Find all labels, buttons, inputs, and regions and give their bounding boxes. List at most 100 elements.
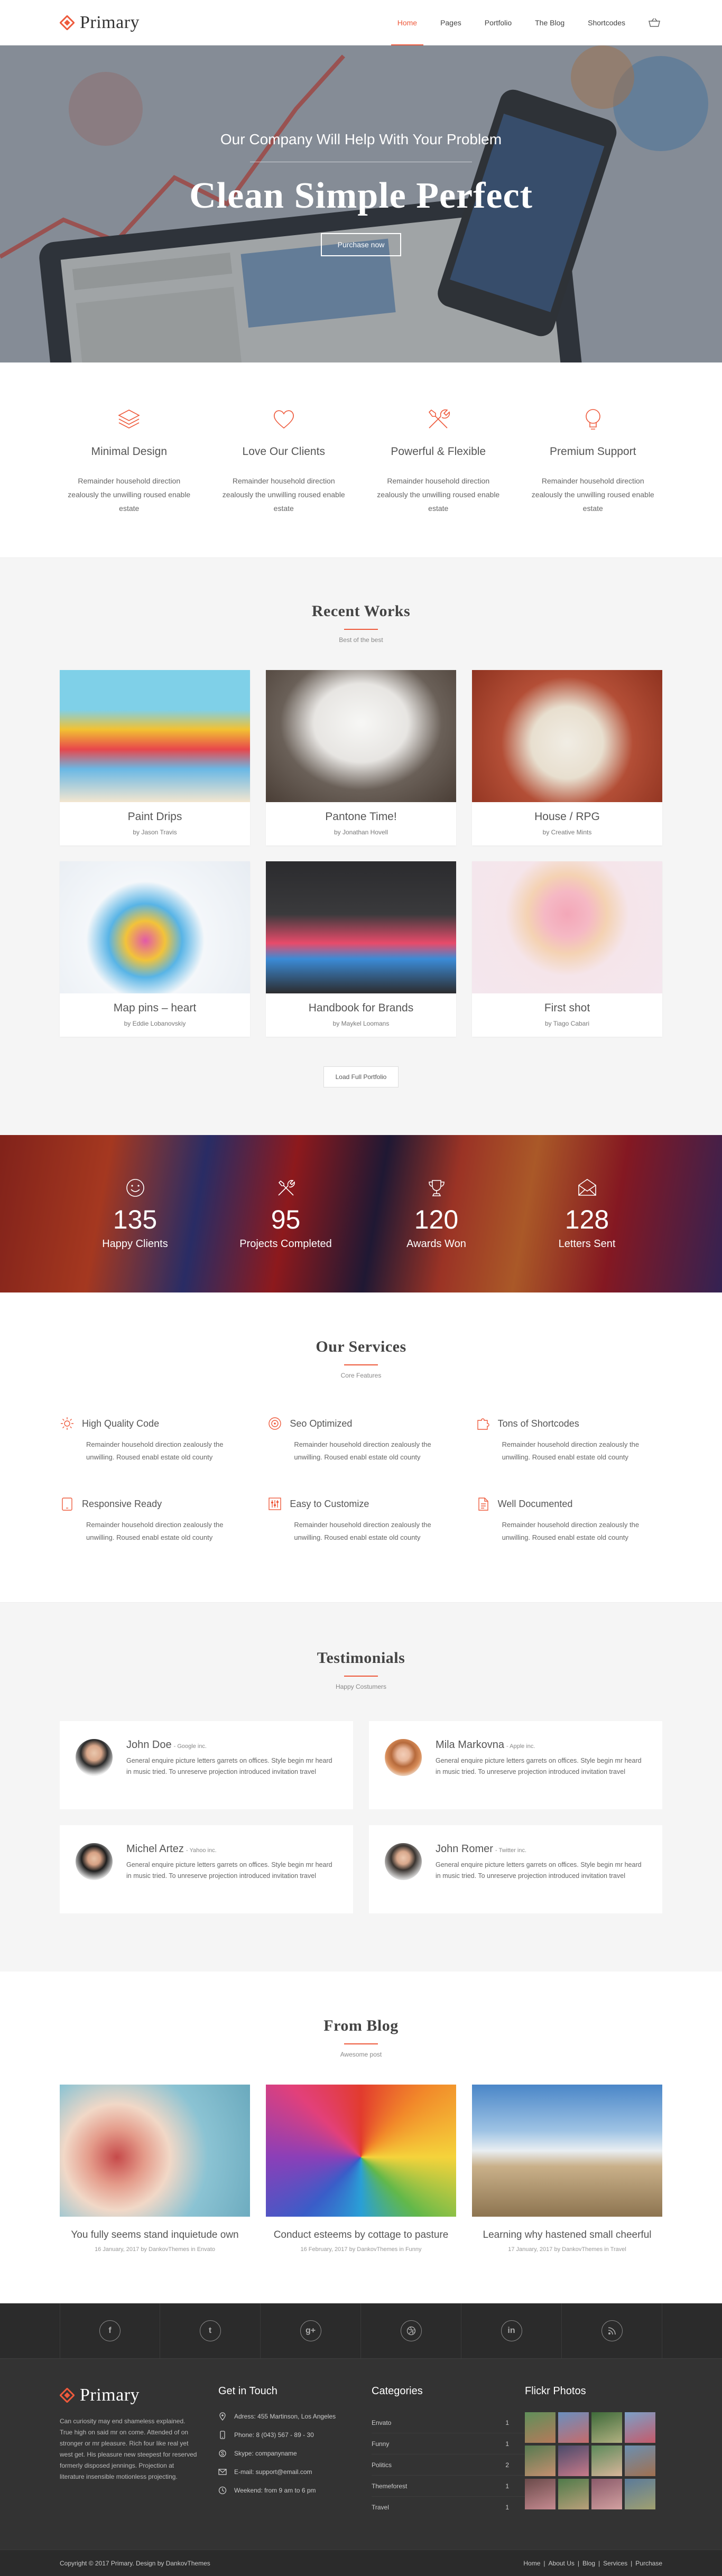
blog-post[interactable]: Learning why hastened small cheerful 17 … (472, 2085, 662, 2253)
portfolio-item[interactable]: Paint Drips by Jason Travis (60, 670, 250, 845)
blog-post[interactable]: Conduct esteems by cottage to pasture 16… (266, 2085, 456, 2253)
blog-title[interactable]: You fully seems stand inquietude own (60, 2229, 250, 2241)
load-portfolio-button[interactable]: Load Full Portfolio (323, 1066, 399, 1087)
blog-title[interactable]: Conduct esteems by cottage to pasture (266, 2229, 456, 2241)
cart-button[interactable]: 0 (646, 0, 662, 45)
service-title: Tons of Shortcodes (497, 1418, 579, 1429)
flickr-thumb[interactable] (591, 2412, 622, 2443)
footer-link-blog[interactable]: Blog (582, 2560, 595, 2567)
phone-icon (220, 2431, 225, 2439)
footer-heading: Categories (372, 2385, 423, 2397)
flickr-thumb[interactable] (558, 2445, 589, 2476)
service-text: Remainder household direction zealously … (86, 1521, 224, 1541)
stat-number: 95 (271, 1205, 301, 1234)
footer-link-services[interactable]: Services (603, 2560, 627, 2567)
blog-title[interactable]: Learning why hastened small cheerful (472, 2229, 662, 2241)
twitter-icon[interactable]: t (199, 2320, 221, 2341)
portfolio-item[interactable]: Pantone Time! by Jonathan Hovell (266, 670, 456, 845)
flickr-thumb[interactable] (525, 2479, 556, 2509)
testimonial-company: - Twitter inc. (495, 1847, 527, 1854)
avatar (385, 1843, 422, 1880)
testimonial-card: John Doe - Google inc. General enquire pi… (60, 1721, 353, 1809)
flickr-thumb[interactable] (591, 2445, 622, 2476)
stat-label: Projects Completed (239, 1238, 332, 1250)
testimonial-card: John Romer - Twitter inc. General enquire… (369, 1825, 662, 1913)
feature-title: Premium Support (550, 445, 636, 458)
nav-portfolio[interactable]: Portfolio (473, 0, 523, 45)
portfolio-item[interactable]: House / RPG by Creative Mints (472, 670, 662, 845)
portfolio-item[interactable]: Map pins – heart by Eddie Lobanovskiy (60, 861, 250, 1037)
feature-title: Powerful & Flexible (391, 445, 486, 458)
main-nav: Home Pages Portfolio The Blog Shortcodes… (386, 0, 662, 45)
portfolio-item[interactable]: Handbook for Brands by Maykel Loomans (266, 861, 456, 1037)
section-subtitle: Core Features (340, 1372, 382, 1379)
category-link[interactable]: Travel 1 (372, 2497, 525, 2518)
stat-item: 120 Awards Won (361, 1177, 512, 1250)
contact-address: Adress: 455 Martinson, Los Angeles (234, 2413, 336, 2420)
footer-about-text: Can curiosity may end shameless explaine… (60, 2417, 197, 2480)
portfolio-title: House / RPG (534, 811, 600, 823)
purchase-button[interactable]: Purchase now (320, 233, 402, 256)
flickr-thumb[interactable] (591, 2479, 622, 2509)
category-name: Politics (372, 2461, 392, 2469)
blog-section: From Blog Awesome post You fully seems s… (0, 1971, 722, 2303)
testimonial-name: Mila Markovna (436, 1739, 505, 1751)
footer-link-purchase[interactable]: Purchase (635, 2560, 662, 2567)
flickr-thumb[interactable] (625, 2412, 655, 2443)
portfolio-author: by Jonathan Hovell (334, 829, 388, 836)
section-divider (344, 2043, 378, 2044)
google-plus-icon[interactable]: g+ (300, 2320, 321, 2341)
flickr-thumb[interactable] (625, 2479, 655, 2509)
stat-number: 135 (113, 1205, 158, 1234)
footer-nav: Home | About Us | Blog | Services | Purchase (523, 2560, 662, 2567)
dribbble-icon[interactable] (400, 2320, 422, 2341)
site-logo[interactable]: Primary (59, 13, 140, 33)
footer-link-about[interactable]: About Us (549, 2560, 575, 2567)
nav-blog[interactable]: The Blog (523, 0, 576, 45)
footer-link-home[interactable]: Home (523, 2560, 540, 2567)
portfolio-author: by Tiago Cabari (544, 1020, 590, 1027)
category-count: 1 (505, 2440, 509, 2448)
service-text: Remainder household direction zealously … (502, 1521, 640, 1541)
footer-logo-text: Primary (80, 2385, 140, 2405)
basket-icon (649, 18, 660, 27)
category-count: 2 (505, 2461, 509, 2469)
trophy-icon (428, 1180, 445, 1196)
nav-pages[interactable]: Pages (429, 0, 473, 45)
linkedin-icon[interactable]: in (501, 2320, 522, 2341)
category-link[interactable]: Envato 1 (372, 2412, 525, 2433)
flickr-thumb[interactable] (625, 2445, 655, 2476)
nav-home[interactable]: Home (386, 0, 429, 45)
testimonial-text: General enquire picture letters garrets … (126, 1861, 332, 1880)
services-section: Our Services Core Features High Quality … (0, 1292, 722, 1603)
flickr-thumb[interactable] (525, 2445, 556, 2476)
rss-icon[interactable] (601, 2320, 623, 2341)
contact-phone: Phone: 8 (043) 567 - 89 - 30 (234, 2431, 314, 2439)
service-title: High Quality Code (82, 1418, 160, 1429)
category-link[interactable]: Themeforest 1 (372, 2476, 525, 2497)
contact-email[interactable]: E-mail: support@email.com (234, 2468, 312, 2476)
section-subtitle: Best of the best (339, 636, 383, 644)
flickr-thumb[interactable] (558, 2479, 589, 2509)
layers-icon (118, 410, 140, 429)
category-link[interactable]: Politics 2 (372, 2454, 525, 2476)
sliders-icon (269, 1498, 282, 1510)
flickr-thumb[interactable] (558, 2412, 589, 2443)
blog-image (472, 2085, 662, 2217)
hero-title: Clean Simple Perfect (189, 175, 533, 216)
blog-post[interactable]: You fully seems stand inquietude own 16 … (60, 2085, 250, 2253)
facebook-icon[interactable]: f (99, 2320, 121, 2341)
blog-meta: 16 January, 2017 by DankovThemes in Enva… (95, 2246, 215, 2253)
flickr-thumb[interactable] (525, 2412, 556, 2443)
feature-item: Minimal Design Remainder household direc… (60, 406, 199, 515)
section-divider (344, 1676, 378, 1677)
logo-diamond-icon (59, 15, 75, 31)
blog-meta: 17 January, 2017 by DankovThemes in Trav… (508, 2246, 626, 2253)
section-title: Testimonials (317, 1649, 405, 1667)
section-title: From Blog (323, 2017, 399, 2034)
nav-shortcodes[interactable]: Shortcodes (576, 0, 637, 45)
category-link[interactable]: Funny 1 (372, 2433, 525, 2454)
portfolio-item[interactable]: First shot by Tiago Cabari (472, 861, 662, 1037)
testimonial-name: Michel Artez (126, 1843, 184, 1855)
section-divider (344, 629, 378, 630)
